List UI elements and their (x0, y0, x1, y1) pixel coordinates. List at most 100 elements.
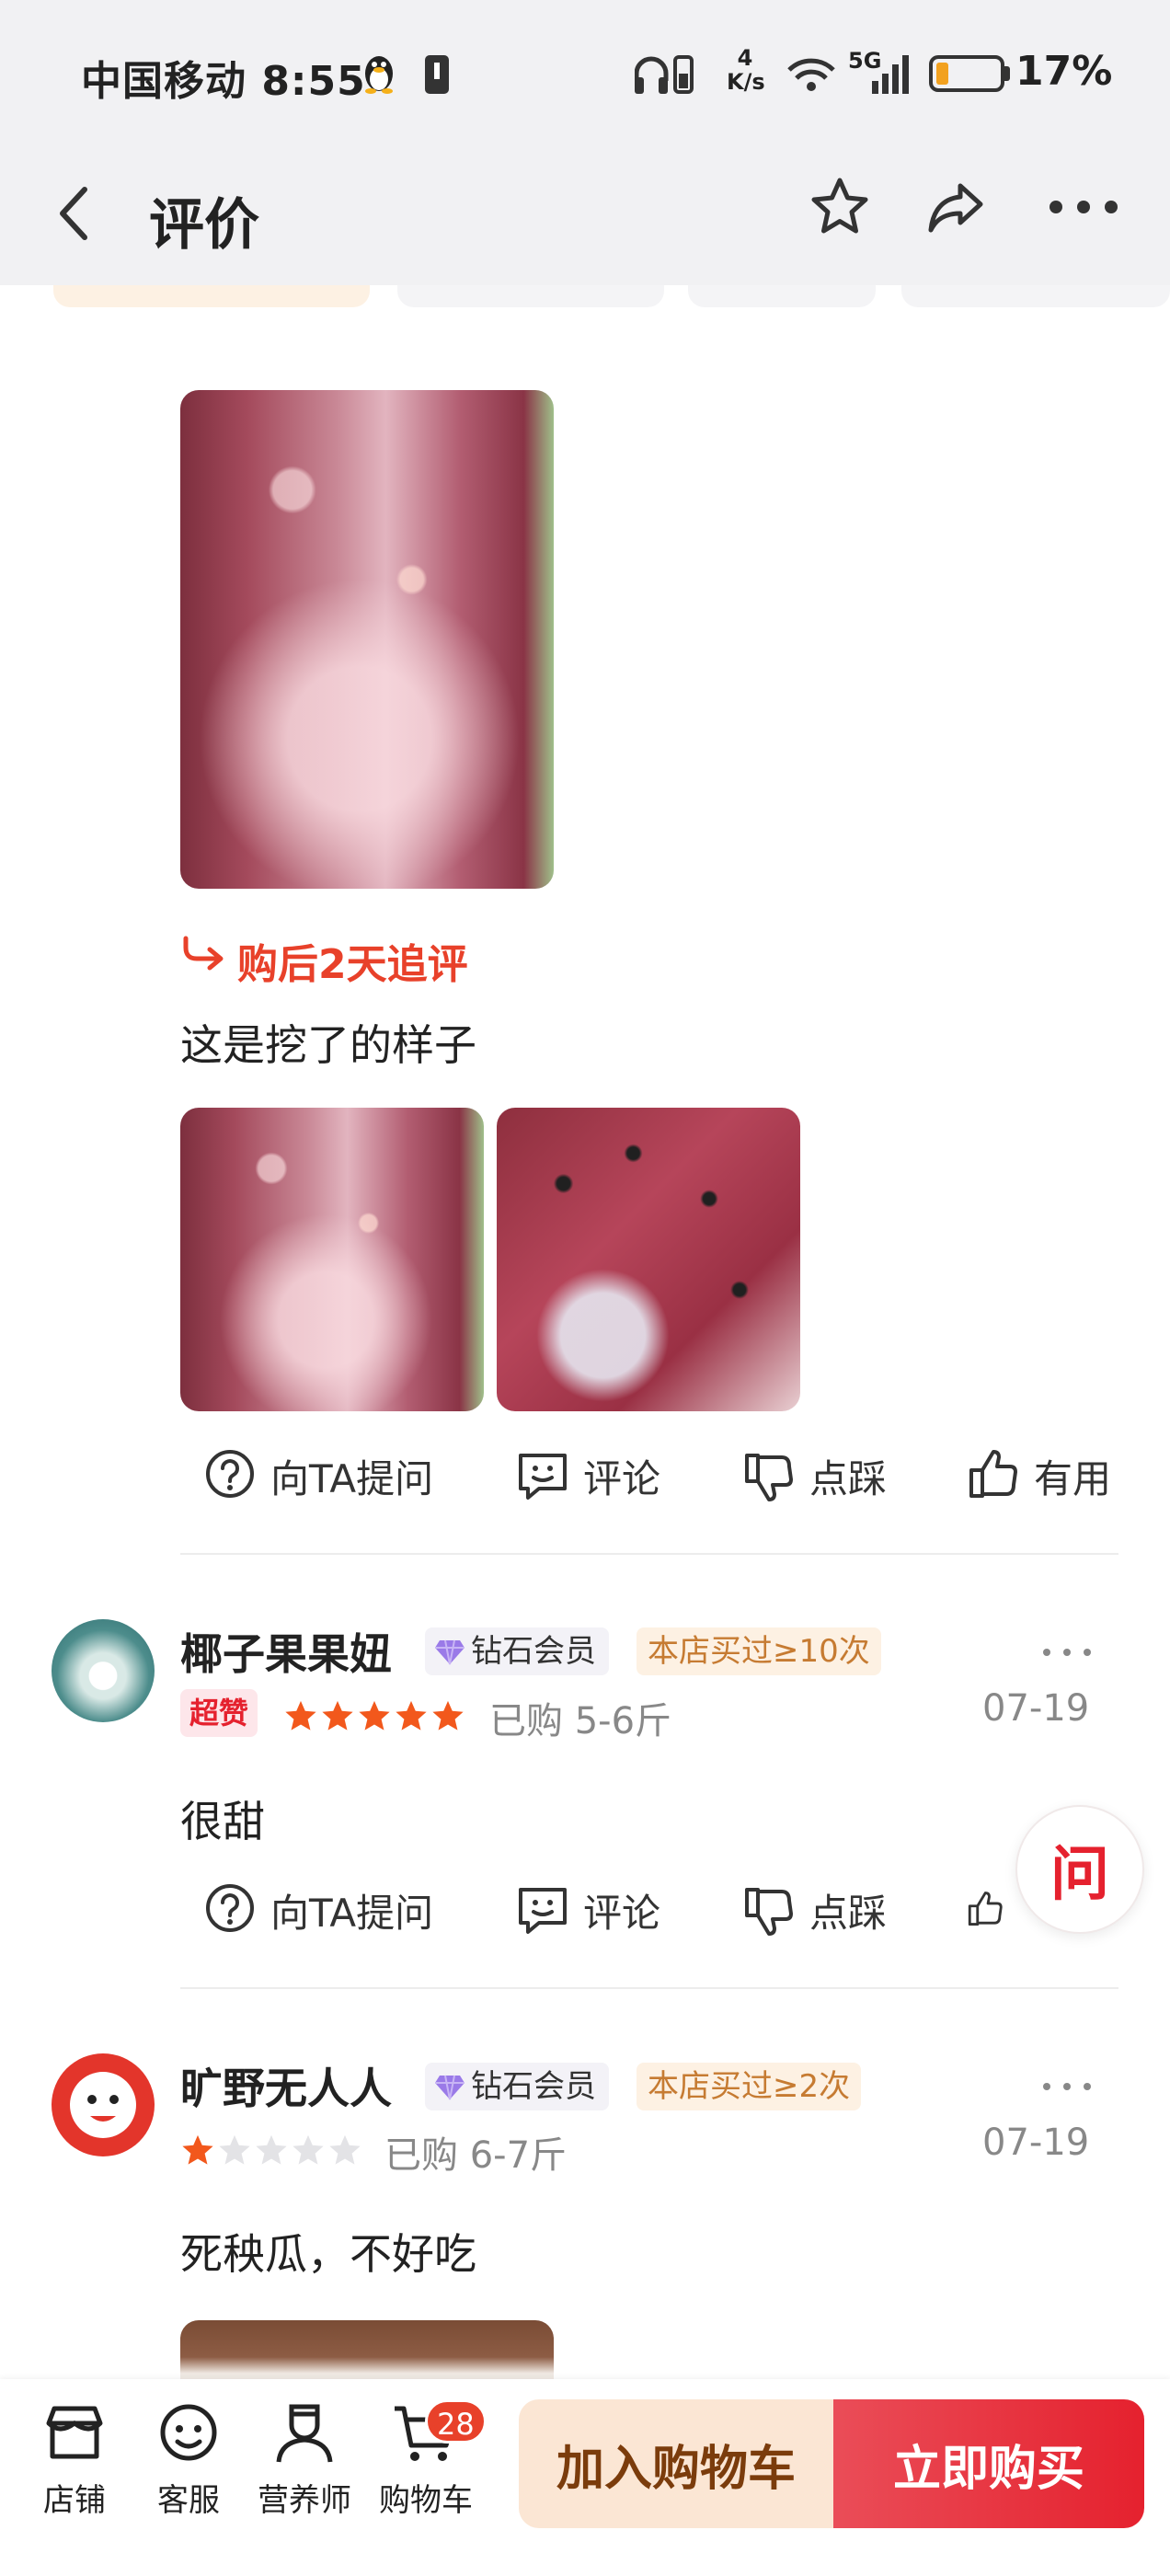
review-actions: 向TA提问 评论 点踩 有用 (0, 1439, 1170, 1512)
carrier-time: 中国移动 8:55 (81, 58, 366, 105)
nav-bar: 评价 (0, 147, 1170, 285)
star-filled-icon (322, 1700, 353, 1731)
dislike-button[interactable]: 点踩 (741, 1439, 887, 1512)
battery-icon (929, 55, 1004, 92)
member-badge: 钻石会员 (425, 2063, 609, 2110)
nutritionist-button[interactable]: 营养师 (254, 2398, 355, 2545)
store-button[interactable]: 店铺 (24, 2398, 125, 2545)
star-empty-icon (219, 2134, 250, 2165)
star-filled-icon (359, 1700, 390, 1731)
speed-unit: K/s (727, 69, 765, 95)
network-speed: 4 K/s (727, 45, 765, 95)
star-filled-icon (396, 1700, 427, 1731)
followup-label: 购后2天追评 (237, 941, 468, 988)
useful-button[interactable]: 有用 (966, 1439, 1111, 1512)
comment-icon (519, 1888, 567, 1934)
review-text: 死秧瓜，不好吃 (180, 2229, 476, 2279)
followup-text: 这是挖了的样子 (180, 1020, 476, 1070)
useful-button[interactable]: 有用 (966, 1873, 1012, 1947)
followup-photo[interactable] (497, 1108, 800, 1411)
avatar-mascot-icon (70, 2072, 136, 2138)
member-badge: 钻石会员 (425, 1627, 609, 1675)
star-empty-icon (256, 2134, 287, 2165)
useful-label: 有用 (1034, 1455, 1112, 1501)
filter-chip[interactable] (688, 285, 876, 307)
buy-now-button[interactable]: 立即购买 (833, 2399, 1144, 2528)
thumbs-down-icon (745, 1454, 793, 1501)
dislike-label: 点踩 (809, 1890, 888, 1936)
filter-chips-peek (0, 285, 1170, 313)
qq-penguin-icon (365, 56, 393, 94)
filter-chip[interactable] (53, 285, 370, 307)
comment-label: 评论 (583, 1455, 661, 1501)
followup-photo[interactable] (180, 1108, 484, 1411)
ask-button[interactable]: 向TA提问 (202, 1873, 433, 1947)
diamond-icon (435, 2075, 465, 2100)
question-bubble-icon (206, 1884, 254, 1932)
username[interactable]: 椰子果果妞 (180, 1621, 392, 1682)
dislike-label: 点踩 (809, 1455, 888, 1501)
more-dots-icon[interactable] (1039, 1643, 1095, 1662)
thumbs-down-icon (745, 1888, 793, 1936)
battery-percent: 17% (1015, 48, 1113, 95)
nutritionist-label: 营养师 (258, 2482, 351, 2519)
battery-alert-icon (425, 55, 449, 94)
service-button[interactable]: 客服 (138, 2398, 239, 2545)
rating-stars (283, 1698, 465, 1735)
filter-chip[interactable] (397, 285, 664, 307)
comment-button[interactable]: 评论 (515, 1439, 660, 1512)
cart-count-badge: 28 (425, 2399, 487, 2444)
followup-arrow-icon (183, 936, 224, 971)
battery-tip (1004, 66, 1010, 81)
review-photo[interactable] (180, 390, 554, 889)
ask-label: 向TA提问 (270, 1890, 434, 1936)
add-to-cart-button[interactable]: 加入购物车 (519, 2399, 833, 2528)
thumbs-up-icon (969, 1450, 1017, 1498)
ask-label: 向TA提问 (270, 1455, 434, 1501)
member-badge-label: 钻石会员 (471, 1633, 596, 1670)
nutritionist-icon (276, 2404, 333, 2463)
store-label: 店铺 (43, 2482, 106, 2519)
purchase-spec: 已购 6-7斤 (384, 2134, 568, 2177)
comment-icon (519, 1454, 567, 1500)
repeat-buyer-badge: 本店买过≥10次 (637, 1627, 881, 1675)
cart-label: 购物车 (379, 2482, 473, 2519)
page-title: 评价 (149, 193, 259, 258)
question-bubble-icon (206, 1450, 254, 1498)
star-outline-icon[interactable] (808, 175, 872, 239)
review-actions: 向TA提问 评论 点踩 有用 (0, 1873, 1012, 1947)
divider (180, 1553, 1118, 1555)
star-filled-icon (285, 1700, 316, 1731)
review-date: 07-19 (982, 1687, 1090, 1730)
review-date: 07-19 (982, 2122, 1090, 2164)
rating-stars (180, 2133, 362, 2169)
member-badge-label: 钻石会员 (471, 2068, 596, 2105)
share-icon[interactable] (923, 175, 988, 239)
divider (180, 1987, 1118, 1989)
ask-floating-button[interactable]: 问 (1015, 1805, 1144, 1934)
store-icon (46, 2406, 103, 2459)
more-dots-icon[interactable] (1039, 2077, 1095, 2096)
avatar[interactable] (52, 2053, 155, 2156)
star-filled-icon (432, 1700, 464, 1731)
status-bar: 中国移动 8:55 4 K/s 5G 17% (0, 0, 1170, 147)
filter-chip[interactable] (901, 285, 1170, 307)
ask-button[interactable]: 向TA提问 (202, 1439, 433, 1512)
star-filled-icon (182, 2134, 213, 2165)
speed-value: 4 (737, 45, 753, 71)
username[interactable]: 旷野无人人 (180, 2055, 392, 2116)
super-badge: 超赞 (180, 1689, 258, 1737)
avatar[interactable] (52, 1619, 155, 1722)
comment-button[interactable]: 评论 (515, 1873, 660, 1947)
diamond-icon (435, 1639, 465, 1665)
repeat-buyer-badge: 本店买过≥2次 (637, 2063, 862, 2110)
customer-service-icon (160, 2404, 217, 2461)
service-label: 客服 (157, 2482, 220, 2519)
review-text: 很甜 (180, 1797, 265, 1846)
dislike-button[interactable]: 点踩 (741, 1873, 887, 1947)
thumbs-up-icon (968, 1892, 1003, 1926)
more-dots-icon[interactable] (1047, 193, 1120, 221)
purchase-spec: 已购 5-6斤 (489, 1700, 672, 1742)
star-empty-icon (292, 2134, 324, 2165)
chevron-left-icon[interactable] (46, 180, 101, 247)
